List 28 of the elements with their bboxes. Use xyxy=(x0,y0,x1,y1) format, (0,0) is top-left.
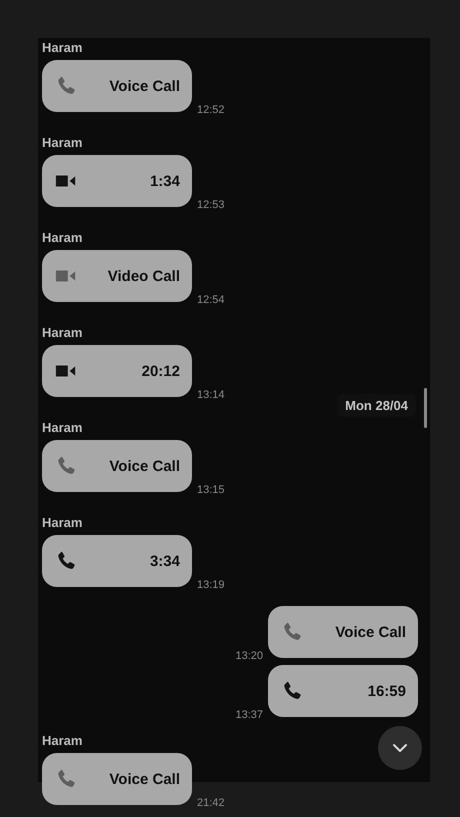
message-time: 13:14 xyxy=(197,389,225,401)
message-time: 21:42 xyxy=(197,797,225,809)
sender-name: Haram xyxy=(42,230,82,246)
sender-name: Haram xyxy=(42,325,82,341)
call-bubble[interactable]: 16:59 xyxy=(268,665,418,717)
message-time: 13:37 xyxy=(235,709,263,721)
call-bubble[interactable]: Voice Call xyxy=(42,440,192,492)
call-bubble[interactable]: Voice Call xyxy=(268,606,418,658)
sender-name: Haram xyxy=(42,40,82,56)
message-time: 12:52 xyxy=(197,104,225,116)
sender-name: Haram xyxy=(42,420,82,436)
call-bubble[interactable]: 1:34 xyxy=(42,155,192,207)
call-bubble[interactable]: Video Call xyxy=(42,250,192,302)
sender-name: Haram xyxy=(42,135,82,151)
scroll-down-button[interactable] xyxy=(378,726,422,770)
message-time: 13:20 xyxy=(235,650,263,662)
sender-name: Haram xyxy=(42,515,82,531)
call-bubble[interactable]: Voice Call xyxy=(42,753,192,805)
scrollbar[interactable] xyxy=(424,388,427,428)
sender-name: Haram xyxy=(42,733,82,749)
message-time: 12:53 xyxy=(197,199,225,211)
call-bubble[interactable]: 20:12 xyxy=(42,345,192,397)
date-chip: Mon 28/04 xyxy=(337,394,416,417)
message-time: 13:19 xyxy=(197,579,225,591)
call-bubble[interactable]: Voice Call xyxy=(42,60,192,112)
message-time: 12:54 xyxy=(197,294,225,306)
call-bubble[interactable]: 3:34 xyxy=(42,535,192,587)
message-time: 13:15 xyxy=(197,484,225,496)
